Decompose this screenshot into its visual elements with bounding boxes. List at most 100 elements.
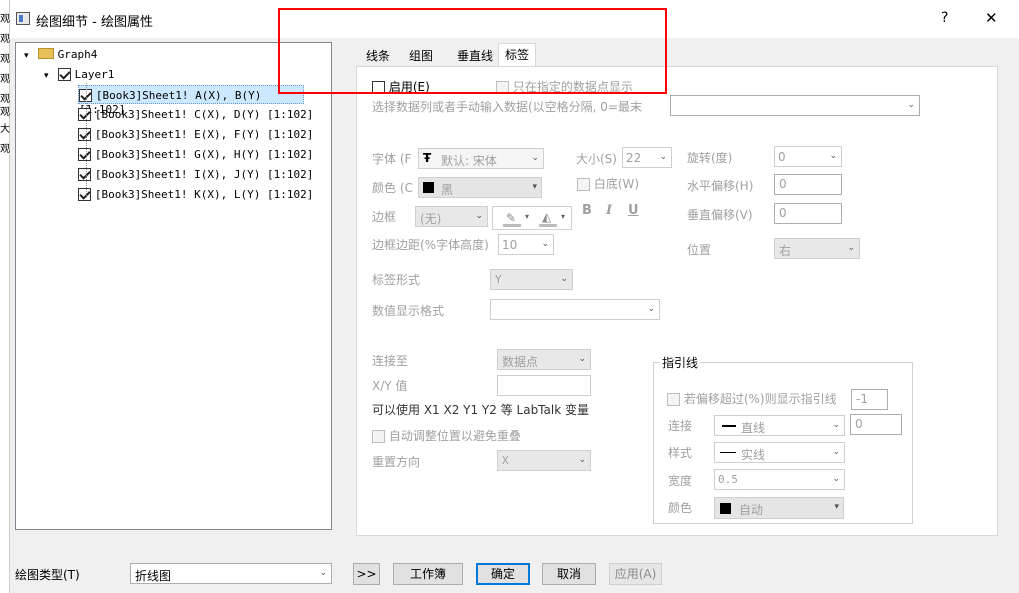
- auto-adjust-option[interactable]: 自动调整位置以避免重叠: [372, 427, 521, 444]
- help-button[interactable]: ?: [941, 10, 948, 26]
- tree-label-graph: Graph4: [57, 48, 98, 61]
- tree-row[interactable]: [Book3]Sheet1! K(X), L(Y) [1:102]: [78, 187, 313, 205]
- num-format-label: 数值显示格式: [372, 304, 445, 318]
- tree-row[interactable]: [Book3]Sheet1! G(X), H(Y) [1:102]: [78, 147, 313, 165]
- pen-icon: ✎: [506, 211, 517, 225]
- reset-dir-label: 重置方向: [372, 455, 421, 469]
- plot-type-dropdown[interactable]: 折线图 ⌄: [130, 563, 332, 584]
- position-label: 位置: [687, 243, 712, 257]
- workbook-button[interactable]: 工作簿: [393, 563, 463, 585]
- voffset-input[interactable]: 0: [774, 203, 842, 224]
- rotate-dropdown[interactable]: 0 ⌄: [774, 146, 842, 167]
- tree-row[interactable]: [Book3]Sheet1! I(X), J(Y) [1:102]: [78, 167, 313, 185]
- label-form-dropdown[interactable]: Y ⌄: [490, 269, 573, 290]
- tree-row[interactable]: [Book3]Sheet1! E(X), F(Y) [1:102]: [78, 127, 313, 145]
- chevron-down-icon: ▾: [561, 212, 566, 221]
- layer-checkbox[interactable]: [57, 68, 71, 81]
- reset-dir-value: X: [502, 454, 509, 467]
- row-checkbox[interactable]: [78, 128, 91, 141]
- select-data-dropdown[interactable]: ⌄: [670, 95, 920, 116]
- cancel-button[interactable]: 取消: [542, 563, 596, 585]
- solid-line-icon: [720, 452, 736, 453]
- row-checkbox[interactable]: [78, 148, 91, 161]
- leader-color-value: 自动: [739, 503, 764, 517]
- label-form-value: Y: [495, 273, 502, 286]
- leader-connect-dropdown[interactable]: 直线 ⌄: [714, 415, 845, 436]
- connect-label: 连接至: [372, 354, 409, 368]
- close-button[interactable]: ✕: [985, 9, 998, 27]
- tree-node-layer[interactable]: ▾ Layer1: [44, 67, 114, 83]
- font-value: 默认: 宋体: [441, 154, 497, 168]
- border-label: 边框: [372, 210, 397, 224]
- folder-icon: [37, 48, 54, 59]
- xy-input[interactable]: [497, 375, 591, 396]
- tree-label-layer: Layer1: [74, 68, 115, 81]
- pen-color-bar: [503, 224, 521, 227]
- white-bg-label: 白底(W): [593, 177, 640, 191]
- margin-dropdown[interactable]: 10 ⌄: [498, 234, 554, 255]
- leader-show-label: 若偏移超过(%)则显示指引线: [683, 392, 837, 406]
- tree-row[interactable]: [Book3]Sheet1! C(X), D(Y) [1:102]: [78, 107, 313, 125]
- strip-char: 观: [0, 144, 10, 155]
- leader-connect-num[interactable]: 0: [850, 414, 902, 435]
- underline-button[interactable]: U: [628, 203, 639, 218]
- rotate-value: 0: [778, 150, 786, 164]
- leader-width-dropdown[interactable]: 0.5 ⌄: [714, 469, 845, 490]
- row-checkbox[interactable]: [78, 108, 91, 121]
- tree-row[interactable]: [Book3]Sheet1! A(X), B(Y) [1:102]: [78, 85, 304, 116]
- italic-button[interactable]: I: [606, 203, 612, 218]
- hoffset-label: 水平偏移(H): [687, 179, 754, 193]
- chevron-down-icon[interactable]: ▾: [24, 51, 34, 61]
- fill-bucket-icon: ◭: [542, 210, 552, 224]
- reset-dir-dropdown[interactable]: X ⌄: [497, 450, 591, 471]
- row-checkbox[interactable]: [78, 188, 91, 201]
- rotate-label: 旋转(度): [687, 151, 733, 165]
- line-icon: [722, 425, 736, 427]
- border-value: (无): [420, 212, 442, 226]
- expand-button[interactable]: >>: [353, 563, 380, 585]
- border-dropdown[interactable]: (无) ⌄: [415, 206, 488, 227]
- font-dropdown[interactable]: Ŧ 默认: 宋体 ⌄: [418, 148, 544, 169]
- leader-color-label: 颜色: [668, 501, 693, 515]
- leader-show-option[interactable]: 若偏移超过(%)则显示指引线: [667, 390, 837, 407]
- apply-button[interactable]: 应用(A): [609, 563, 662, 585]
- label-form-label: 标签形式: [372, 273, 421, 287]
- font-label: 字体 (F: [372, 152, 412, 166]
- leader-style-label: 样式: [668, 446, 693, 460]
- white-bg-option[interactable]: 白底(W): [577, 175, 639, 192]
- tree-row-label: [Book3]Sheet1! C(X), D(Y) [1:102]: [94, 108, 314, 121]
- color-dropdown[interactable]: 黑 ▾: [418, 177, 542, 198]
- hoffset-input[interactable]: 0: [774, 174, 842, 195]
- line-color-button[interactable]: ✎ ▾ ◭ ▾: [492, 206, 572, 230]
- color-value: 黑: [441, 183, 454, 197]
- leader-title: 指引线: [660, 354, 701, 371]
- color-swatch: [720, 503, 731, 514]
- chevron-down-icon[interactable]: ▾: [44, 71, 54, 81]
- plot-type-value: 折线图: [135, 569, 172, 583]
- leader-show-checkbox[interactable]: [667, 393, 680, 406]
- bold-button[interactable]: B: [582, 203, 592, 218]
- auto-adjust-checkbox[interactable]: [372, 430, 385, 443]
- highlight-box: [278, 8, 667, 94]
- num-format-dropdown[interactable]: ⌄: [490, 299, 660, 320]
- position-value: 右: [779, 244, 792, 258]
- size-dropdown[interactable]: 22 ⌄: [622, 147, 672, 168]
- chevron-down-icon: ▾: [525, 212, 530, 221]
- voffset-label: 垂直偏移(V): [687, 208, 753, 222]
- ok-button[interactable]: 确定: [476, 563, 530, 585]
- connect-dropdown[interactable]: 数据点 ⌄: [497, 349, 591, 370]
- variables-hint: 可以使用 X1 X2 Y1 Y2 等 LabTalk 变量: [372, 403, 589, 417]
- leader-color-dropdown[interactable]: 自动 ▾: [714, 497, 844, 519]
- tree-node-graph[interactable]: ▾ Graph4: [24, 47, 97, 63]
- connect-value: 数据点: [502, 355, 539, 369]
- auto-adjust-label: 自动调整位置以避免重叠: [388, 429, 521, 443]
- row-checkbox[interactable]: [78, 168, 91, 181]
- position-dropdown[interactable]: 右 ⌄: [774, 238, 860, 259]
- leader-threshold-input[interactable]: -1: [851, 389, 888, 410]
- strip-char: 观: [0, 54, 10, 65]
- leader-style-dropdown[interactable]: 实线 ⌄: [714, 442, 845, 463]
- tree-row-label: [Book3]Sheet1! G(X), H(Y) [1:102]: [94, 148, 314, 161]
- strip-char: 观: [0, 107, 10, 118]
- white-bg-checkbox[interactable]: [577, 178, 590, 191]
- leader-style-value: 实线: [741, 448, 766, 462]
